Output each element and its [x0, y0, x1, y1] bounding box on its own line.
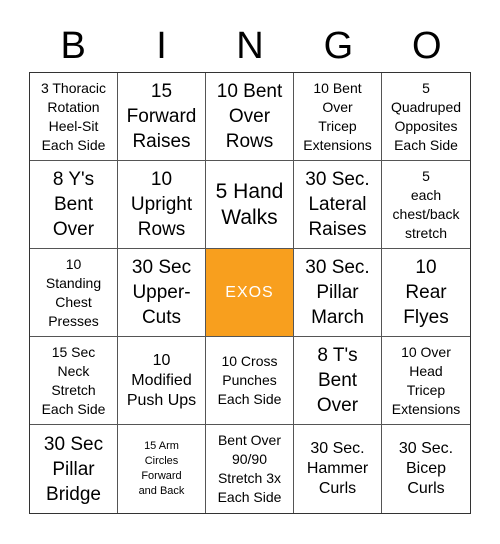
header-letter-n: N — [236, 25, 264, 67]
bingo-free-space[interactable]: EXOS — [206, 249, 294, 337]
cell-text: 8 Y's Bent Over — [52, 169, 95, 240]
cell-text: 10 Cross Punches Each Side — [217, 353, 282, 407]
cell-text: 30 Sec Upper- Cuts — [131, 257, 192, 328]
bingo-cell-g3[interactable]: 30 Sec. Pillar March — [294, 249, 382, 337]
bingo-cell-n1[interactable]: 10 Bent Over Rows — [206, 73, 294, 161]
bingo-cell-o5[interactable]: 30 Sec. Bicep Curls — [382, 425, 470, 513]
cell-text: 3 Thoracic Rotation Heel-Sit Each Side — [40, 79, 107, 153]
bingo-cell-o3[interactable]: 10 Rear Flyes — [382, 249, 470, 337]
bingo-cell-i5[interactable]: 15 Arm Circles Forward and Back — [118, 425, 206, 513]
bingo-cell-o1[interactable]: 5 Quadruped Opposites Each Side — [382, 73, 470, 161]
cell-text: 10 Standing Chest Presses — [45, 255, 102, 329]
cell-text: 30 Sec. Pillar March — [305, 257, 370, 328]
bingo-cell-o2[interactable]: 5 each chest/back stretch — [382, 161, 470, 249]
bingo-cell-b4[interactable]: 15 Sec Neck Stretch Each Side — [30, 337, 118, 425]
header-letter-g: G — [323, 25, 354, 67]
cell-text: 15 Arm Circles Forward and Back — [138, 440, 185, 497]
cell-text: 15 Sec Neck Stretch Each Side — [41, 343, 106, 417]
cell-text: 10 Over Head Tricep Extensions — [391, 343, 461, 417]
exos-logo: EXOS — [225, 283, 274, 301]
bingo-cell-n5[interactable]: Bent Over 90/90 Stretch 3x Each Side — [206, 425, 294, 513]
cell-text: 5 Hand Walks — [215, 179, 284, 229]
bingo-cell-b1[interactable]: 3 Thoracic Rotation Heel-Sit Each Side — [30, 73, 118, 161]
bingo-cell-i4[interactable]: 10 Modified Push Ups — [118, 337, 206, 425]
bingo-cell-n4[interactable]: 10 Cross Punches Each Side — [206, 337, 294, 425]
bingo-grid: 3 Thoracic Rotation Heel-Sit Each Side 1… — [29, 72, 471, 514]
bingo-cell-i2[interactable]: 10 Upright Rows — [118, 161, 206, 249]
cell-text: 8 T's Bent Over — [316, 345, 359, 416]
header-letter-b: B — [60, 25, 86, 67]
cell-text: 15 Forward Raises — [126, 81, 197, 152]
cell-text: 5 each chest/back stretch — [392, 167, 460, 241]
bingo-cell-g5[interactable]: 30 Sec. Hammer Curls — [294, 425, 382, 513]
bingo-header: B I N G O — [29, 20, 471, 72]
cell-text: 30 Sec. Bicep Curls — [398, 440, 454, 497]
cell-text: 10 Modified Push Ups — [126, 351, 197, 409]
bingo-cell-g1[interactable]: 10 Bent Over Tricep Extensions — [294, 73, 382, 161]
cell-text: 10 Bent Over Rows — [216, 81, 283, 152]
cell-text: 10 Bent Over Tricep Extensions — [303, 79, 372, 153]
bingo-cell-g4[interactable]: 8 T's Bent Over — [294, 337, 382, 425]
cell-text: 30 Sec. Hammer Curls — [306, 440, 369, 497]
bingo-cell-b2[interactable]: 8 Y's Bent Over — [30, 161, 118, 249]
header-letter-o: O — [411, 25, 442, 67]
cell-text: Bent Over 90/90 Stretch 3x Each Side — [217, 432, 282, 505]
bingo-cell-i3[interactable]: 30 Sec Upper- Cuts — [118, 249, 206, 337]
bingo-cell-n2[interactable]: 5 Hand Walks — [206, 161, 294, 249]
cell-text: 30 Sec. Lateral Raises — [305, 169, 370, 240]
bingo-cell-b5[interactable]: 30 Sec Pillar Bridge — [30, 425, 118, 513]
bingo-cell-g2[interactable]: 30 Sec. Lateral Raises — [294, 161, 382, 249]
cell-text: 30 Sec Pillar Bridge — [43, 433, 104, 505]
cell-text: 10 Rear Flyes — [403, 257, 449, 328]
bingo-cell-o4[interactable]: 10 Over Head Tricep Extensions — [382, 337, 470, 425]
bingo-cell-b3[interactable]: 10 Standing Chest Presses — [30, 249, 118, 337]
header-letter-i: I — [156, 25, 167, 67]
bingo-cell-i1[interactable]: 15 Forward Raises — [118, 73, 206, 161]
cell-text: 10 Upright Rows — [130, 169, 193, 240]
cell-text: 5 Quadruped Opposites Each Side — [390, 79, 462, 153]
